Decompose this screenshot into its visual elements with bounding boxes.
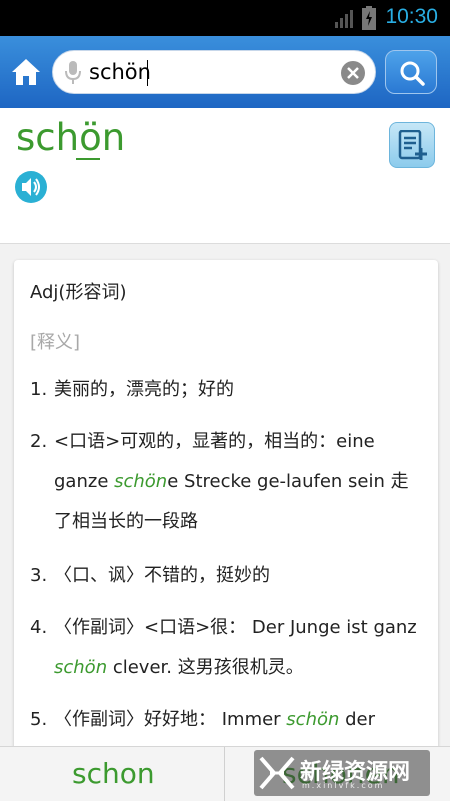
stress-underline — [76, 158, 100, 160]
search-input[interactable] — [89, 57, 329, 87]
search-button[interactable] — [385, 50, 437, 94]
clock: 10:30 — [385, 5, 438, 28]
definition-item: 3. 〈口、讽〉不错的，挺妙的 — [30, 556, 424, 596]
definition-number: 4. — [30, 617, 48, 638]
definition-number: 1. — [30, 379, 48, 400]
definition-number: 2. — [30, 431, 48, 452]
status-bar: 10:30 — [0, 0, 450, 36]
definition-item: 1. 美丽的，漂亮的；好的 — [30, 370, 424, 410]
headword-prefix: sch — [16, 116, 80, 159]
definition-item: 4. 〈作副词〉<口语>很： Der Junge ist ganz schön … — [30, 608, 424, 688]
speaker-icon[interactable] — [14, 170, 48, 204]
part-of-speech: Adj(形容词) — [30, 282, 127, 303]
battery-charging-icon — [362, 6, 376, 30]
highlighted-word: schön — [54, 657, 108, 678]
headword-suffix: n — [101, 116, 126, 159]
microphone-icon[interactable] — [65, 61, 81, 85]
search-icon — [400, 61, 425, 86]
divider — [224, 747, 225, 801]
word-header: schön — [0, 108, 450, 244]
definition-number: 3. — [30, 565, 48, 586]
headword: schön — [16, 116, 125, 159]
watermark: 新绿资源网 m.xinlvfk.com — [254, 750, 430, 796]
definition-text: <口语>可观的，显著的，相当的：eine ganze schöne Streck… — [54, 431, 409, 532]
text-caret — [147, 60, 148, 86]
previous-word-button[interactable]: schon — [72, 757, 155, 790]
definition-item: 5. 〈作副词〉好好地： Immer schön der — [30, 700, 424, 740]
definition-card: Adj(形容词) [释义] 1. 美丽的，漂亮的；好的 2. <口语>可观的，显… — [14, 260, 438, 760]
home-icon[interactable] — [10, 56, 42, 88]
headword-stressed-vowel: ö — [79, 116, 102, 159]
definition-item: 2. <口语>可观的，显著的，相当的：eine ganze schöne Str… — [30, 422, 424, 542]
highlighted-word: schön — [114, 471, 168, 492]
add-note-icon — [398, 130, 427, 160]
definition-text: 〈作副词〉<口语>很： Der Junge ist ganz schön cle… — [54, 617, 417, 678]
signal-icon — [335, 10, 353, 28]
watermark-subtext: m.xinlvfk.com — [302, 781, 385, 790]
definition-text: 美丽的，漂亮的；好的 — [54, 379, 234, 400]
watermark-logo-icon — [259, 756, 295, 790]
highlighted-word: schön — [286, 709, 340, 730]
definition-text: 〈口、讽〉不错的，挺妙的 — [54, 565, 270, 586]
search-box[interactable] — [52, 50, 376, 94]
definition-number: 5. — [30, 709, 48, 730]
section-label: [释义] — [30, 332, 81, 353]
definition-text: 〈作副词〉好好地： Immer schön der — [54, 709, 376, 730]
clear-icon[interactable] — [341, 61, 365, 85]
search-toolbar — [0, 36, 450, 108]
add-to-notebook-button[interactable] — [389, 122, 435, 168]
